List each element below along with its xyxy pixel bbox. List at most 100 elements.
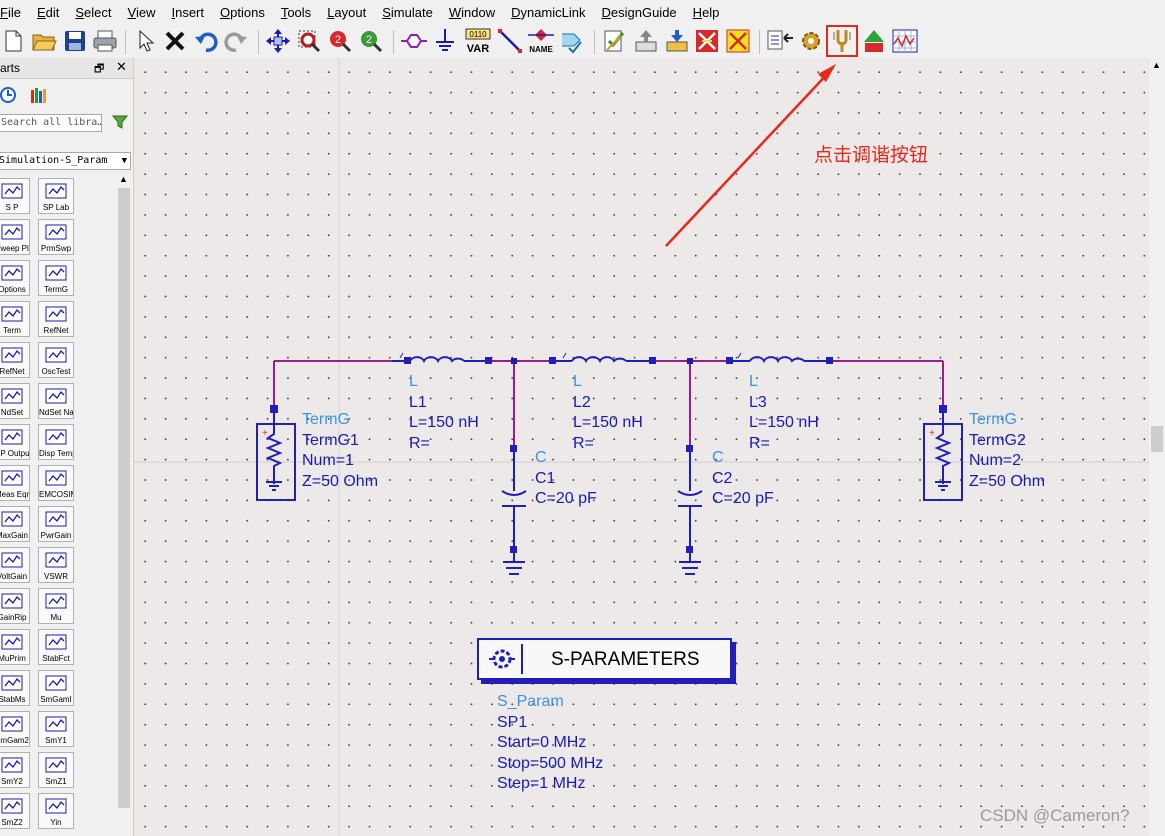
optimize-icon[interactable] bbox=[860, 27, 888, 55]
history-icon[interactable] bbox=[0, 86, 18, 109]
gainrip-icon bbox=[1, 593, 23, 611]
palette-item-gainrip[interactable]: GainRip bbox=[0, 588, 30, 624]
menu-tools[interactable]: Tools bbox=[273, 5, 319, 20]
palette-scrollbar[interactable]: ▲ bbox=[117, 174, 131, 836]
palette-item-label: Disp Temp bbox=[39, 449, 73, 458]
palette-item-label: MuPrim bbox=[0, 654, 26, 663]
new-icon[interactable] bbox=[0, 27, 26, 55]
push-up-icon[interactable] bbox=[632, 27, 660, 55]
yin-icon bbox=[45, 798, 67, 816]
palette-item-prmswp[interactable]: PrmSwp bbox=[38, 219, 74, 255]
palette-item-yin[interactable]: Yin bbox=[38, 793, 74, 829]
palette-item-muprim[interactable]: MuPrim bbox=[0, 629, 30, 665]
float-panel-icon[interactable]: 🗗 bbox=[94, 60, 104, 79]
data-display-icon[interactable] bbox=[891, 27, 919, 55]
palette-item-voltgain[interactable]: VoltGain bbox=[0, 547, 30, 583]
palette-item-refnet[interactable]: RefNet bbox=[0, 342, 30, 378]
palette-item-smgam2[interactable]: SmGam2 bbox=[0, 711, 30, 747]
palette-item-termg[interactable]: TermG bbox=[38, 260, 74, 296]
palette-item-osctest[interactable]: OscTest bbox=[38, 342, 74, 378]
palette-item-vswr[interactable]: VSWR bbox=[38, 547, 74, 583]
simulate-gear-icon[interactable] bbox=[797, 27, 825, 55]
palette-item-label: NdSet bbox=[0, 408, 24, 417]
zoom-in-icon[interactable]: 2 bbox=[326, 27, 354, 55]
palette-item-label: VSWR bbox=[44, 572, 68, 581]
palette-item-options[interactable]: Options bbox=[0, 260, 30, 296]
canvas-vertical-scrollbar[interactable]: ▲ bbox=[1149, 58, 1165, 836]
menu-options[interactable]: Options bbox=[212, 5, 273, 20]
palette-item-meas-eqn[interactable]: Meas Eqn bbox=[0, 465, 30, 501]
palette-item-sp-output[interactable]: SP Output bbox=[0, 424, 30, 460]
print-icon[interactable] bbox=[91, 27, 119, 55]
filter-icon[interactable] bbox=[111, 114, 129, 135]
menu-file[interactable]: File bbox=[0, 5, 29, 20]
palette-item-maxgain[interactable]: MaxGain bbox=[0, 506, 30, 542]
delete-icon[interactable] bbox=[161, 27, 189, 55]
redo-icon[interactable] bbox=[222, 27, 250, 55]
library-icon[interactable] bbox=[30, 86, 48, 109]
var-icon[interactable]: 0110 VAR bbox=[463, 27, 491, 55]
canvas-scroll-thumb[interactable] bbox=[1151, 426, 1163, 452]
menu-layout[interactable]: Layout bbox=[319, 5, 374, 20]
palette-item-stabms[interactable]: StabMs bbox=[0, 670, 30, 706]
push-down-icon[interactable] bbox=[663, 27, 691, 55]
deactivate-icon[interactable] bbox=[693, 27, 721, 55]
menu-dynamiclink[interactable]: DynamicLink bbox=[503, 5, 593, 20]
palette-item-ndset[interactable]: NdSet bbox=[0, 383, 30, 419]
deactivate-short-icon[interactable] bbox=[724, 27, 752, 55]
zoom-area-icon[interactable] bbox=[295, 27, 323, 55]
palette-item-smz2[interactable]: SmZ2 bbox=[0, 793, 30, 829]
menu-view[interactable]: View bbox=[120, 5, 164, 20]
palette-item-emcosim[interactable]: EMCOSIM bbox=[38, 465, 74, 501]
menu-designguide[interactable]: DesignGuide bbox=[594, 5, 685, 20]
palette-item-refnet[interactable]: RefNet bbox=[38, 301, 74, 337]
netlist-icon[interactable] bbox=[766, 27, 794, 55]
palette-item-label: EMCOSIM bbox=[39, 490, 73, 499]
palette-item-label: Term bbox=[3, 326, 21, 335]
save-icon[interactable] bbox=[61, 27, 89, 55]
palette-item-sp-lab[interactable]: SP Lab bbox=[38, 178, 74, 214]
palette-item-mu[interactable]: Mu bbox=[38, 588, 74, 624]
palette-item-s-p[interactable]: S P bbox=[0, 178, 30, 214]
palette-item-smz1[interactable]: SmZ1 bbox=[38, 752, 74, 788]
scroll-up-icon[interactable]: ▲ bbox=[119, 174, 128, 184]
disp-temp-icon bbox=[45, 429, 67, 447]
menu-window[interactable]: Window bbox=[441, 5, 503, 20]
palette-item-pwrgain[interactable]: PwrGain bbox=[38, 506, 74, 542]
menu-select[interactable]: Select bbox=[67, 5, 119, 20]
menu-simulate[interactable]: Simulate bbox=[374, 5, 441, 20]
s-parameters-block[interactable]: S-PARAMETERS bbox=[477, 638, 732, 680]
undo-icon[interactable] bbox=[192, 27, 220, 55]
move-icon[interactable] bbox=[264, 27, 292, 55]
select-pointer-icon[interactable] bbox=[131, 27, 159, 55]
port-icon[interactable] bbox=[400, 27, 428, 55]
name-icon[interactable]: NAME bbox=[526, 27, 554, 55]
library-dropdown[interactable]: Simulation-S_Param ▼ bbox=[0, 152, 131, 170]
ground-icon[interactable] bbox=[431, 27, 459, 55]
palette-item-label: SmGam2 bbox=[0, 736, 29, 745]
palette-item-label: SmZ1 bbox=[45, 777, 67, 786]
wire-icon[interactable] bbox=[496, 27, 524, 55]
palette-item-disp-temp[interactable]: Disp Temp bbox=[38, 424, 74, 460]
pin-icon[interactable] bbox=[558, 27, 586, 55]
menu-insert[interactable]: Insert bbox=[163, 5, 212, 20]
palette-item-label: PwrGain bbox=[40, 531, 72, 540]
palette-item-stabfct[interactable]: StabFct bbox=[38, 629, 74, 665]
check-design-icon[interactable] bbox=[601, 27, 629, 55]
pwrgain-icon bbox=[45, 511, 67, 529]
scroll-up-icon[interactable]: ▲ bbox=[1152, 60, 1161, 70]
tuning-button[interactable] bbox=[826, 25, 858, 57]
search-input[interactable]: Search all libra… bbox=[0, 114, 102, 132]
palette-item-smy2[interactable]: SmY2 bbox=[0, 752, 30, 788]
palette-item-smy1[interactable]: SmY1 bbox=[38, 711, 74, 747]
palette-item-smgami[interactable]: SmGamI bbox=[38, 670, 74, 706]
zoom-out-icon[interactable]: 2 bbox=[357, 27, 385, 55]
menu-help[interactable]: Help bbox=[685, 5, 728, 20]
menu-edit[interactable]: Edit bbox=[29, 5, 67, 20]
palette-item-ndset-name[interactable]: NdSet Name bbox=[38, 383, 74, 419]
close-panel-icon[interactable]: ✕ bbox=[116, 59, 127, 75]
palette-item-sweep-plan[interactable]: Sweep Plan bbox=[0, 219, 30, 255]
palette-scroll-thumb[interactable] bbox=[118, 188, 130, 808]
palette-item-term[interactable]: Term bbox=[0, 301, 30, 337]
open-folder-icon[interactable] bbox=[30, 27, 58, 55]
